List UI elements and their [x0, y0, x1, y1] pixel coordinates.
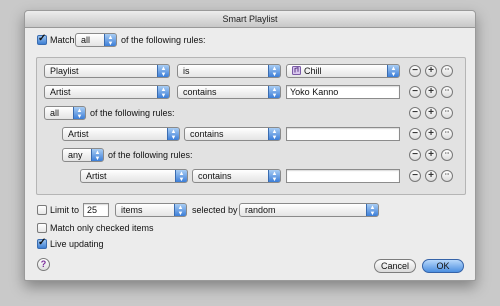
match-checked-checkbox[interactable]: [37, 223, 47, 233]
popup-arrows-icon: ▲ ▼: [268, 128, 280, 140]
rule-1-add-button[interactable]: +: [425, 65, 437, 77]
popup-arrows-icon: ▲ ▼: [175, 170, 187, 182]
rule-4-field-popup[interactable]: Artist ▲ ▼: [80, 169, 188, 183]
popup-arrows-icon: ▲ ▼: [104, 34, 116, 46]
popup-arrows-icon: ▲ ▼: [157, 86, 169, 98]
rule-2-value-field[interactable]: Yoko Kanno: [286, 85, 400, 99]
rule-1-value-popup[interactable]: Chill ▲ ▼: [286, 64, 400, 78]
rule-3-value-field[interactable]: [286, 127, 400, 141]
rule-4-more-button[interactable]: ···: [441, 170, 453, 182]
limit-label: Limit to: [50, 205, 80, 215]
smart-playlist-dialog: Smart Playlist Match all▲▼ of the follow…: [24, 10, 476, 281]
rule-3-operator-popup[interactable]: contains ▲ ▼: [184, 127, 281, 141]
rule-2-field-popup[interactable]: Artist ▲ ▼: [44, 85, 170, 99]
popup-arrows-icon: ▲ ▼: [268, 86, 280, 98]
limit-unit-popup[interactable]: items ▲ ▼: [115, 203, 187, 217]
rule-1-more-button[interactable]: ···: [441, 65, 453, 77]
cancel-button[interactable]: Cancel: [374, 259, 416, 273]
selected-by-popup[interactable]: random ▲ ▼: [239, 203, 379, 217]
limit-checkbox[interactable]: [37, 205, 47, 215]
group-1-remove-button[interactable]: −: [409, 107, 421, 119]
window-title: Smart Playlist: [25, 11, 475, 28]
rule-2-add-button[interactable]: +: [425, 86, 437, 98]
popup-arrows-icon: ▲ ▼: [174, 204, 186, 216]
rule-4-operator-popup[interactable]: contains ▲ ▼: [192, 169, 281, 183]
live-updating-checkbox[interactable]: [37, 237, 47, 249]
rule-4-remove-button[interactable]: −: [409, 170, 421, 182]
group-1-more-button[interactable]: ···: [441, 107, 453, 119]
popup-arrows-icon: ▲ ▼: [157, 65, 169, 77]
group-2-remove-button[interactable]: −: [409, 149, 421, 161]
group-2-more-button[interactable]: ···: [441, 149, 453, 161]
match-quantifier-popup[interactable]: all ▲ ▼: [75, 33, 117, 47]
rule-1-field-popup[interactable]: Playlist ▲ ▼: [44, 64, 170, 78]
limit-value-field[interactable]: 25: [83, 203, 109, 217]
rule-3-field-popup[interactable]: Artist ▲ ▼: [62, 127, 180, 141]
rule-3-remove-button[interactable]: −: [409, 128, 421, 140]
group-1-add-button[interactable]: +: [425, 107, 437, 119]
popup-arrows-icon: ▲ ▼: [387, 65, 399, 77]
group-2-add-button[interactable]: +: [425, 149, 437, 161]
rule-3-add-button[interactable]: +: [425, 128, 437, 140]
rule-1-operator-popup[interactable]: is ▲ ▼: [177, 64, 281, 78]
popup-arrows-icon: ▲ ▼: [366, 204, 378, 216]
match-suffix-label: of the following rules:: [121, 35, 206, 45]
popup-arrows-icon: ▲ ▼: [268, 65, 280, 77]
group-2-quantifier-popup[interactable]: any ▲ ▼: [62, 148, 104, 162]
match-checkbox[interactable]: [37, 33, 47, 45]
help-button[interactable]: ?: [37, 258, 50, 271]
popup-arrows-icon: ▲ ▼: [167, 128, 179, 140]
group-1-quantifier-popup[interactable]: all ▲ ▼: [44, 106, 86, 120]
playlist-icon: [292, 66, 301, 75]
rule-2-more-button[interactable]: ···: [441, 86, 453, 98]
rule-1-remove-button[interactable]: −: [409, 65, 421, 77]
rule-3-more-button[interactable]: ···: [441, 128, 453, 140]
group-1-suffix-label: of the following rules:: [90, 108, 175, 118]
ok-button[interactable]: OK: [422, 259, 464, 273]
popup-arrows-icon: ▲ ▼: [268, 170, 280, 182]
match-label: Match: [50, 35, 75, 45]
popup-arrows-icon: ▲ ▼: [73, 107, 85, 119]
match-checked-label: Match only checked items: [50, 223, 154, 233]
rule-4-add-button[interactable]: +: [425, 170, 437, 182]
rule-4-value-field[interactable]: [286, 169, 400, 183]
group-2-suffix-label: of the following rules:: [108, 150, 193, 160]
rule-2-operator-popup[interactable]: contains ▲ ▼: [177, 85, 281, 99]
rule-2-remove-button[interactable]: −: [409, 86, 421, 98]
popup-arrows-icon: ▲ ▼: [91, 149, 103, 161]
live-updating-label: Live updating: [50, 239, 104, 249]
selected-by-label: selected by: [192, 205, 238, 215]
